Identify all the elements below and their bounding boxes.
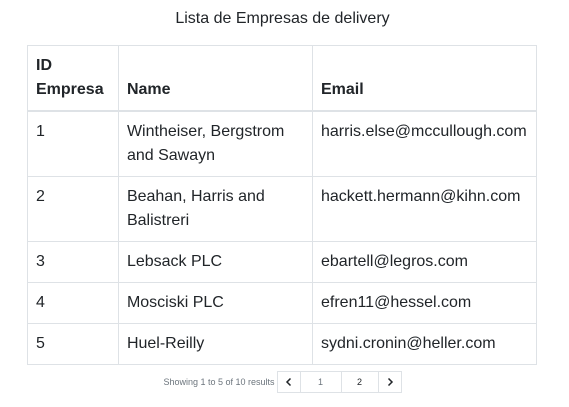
- cell-name: Lebsack PLC: [117, 241, 314, 283]
- chevron-right-icon: [387, 377, 393, 387]
- cell-id: 4: [27, 282, 119, 324]
- pagination: Showing 1 to 5 of 10 results 1 2: [0, 370, 565, 394]
- cell-id: 3: [27, 241, 119, 283]
- cell-email: harris.else@mccullough.com: [312, 110, 537, 177]
- results-summary: Showing 1 to 5 of 10 results: [163, 377, 275, 387]
- cell-id: 1: [27, 110, 119, 177]
- cell-email: efren11@hessel.com: [312, 282, 537, 324]
- cell-email: hackett.hermann@kihn.com: [312, 176, 537, 242]
- table-header-row: ID Empresa Name Email: [27, 45, 537, 112]
- cell-name: Wintheiser, Bergstrom and Sawayn: [117, 110, 314, 177]
- column-header-name: Name: [117, 45, 314, 112]
- next-page-button[interactable]: [377, 371, 402, 393]
- table-row: 3 Lebsack PLC ebartell@legros.com: [27, 241, 537, 283]
- previous-page-button[interactable]: [276, 371, 301, 393]
- chevron-left-icon: [285, 377, 291, 387]
- companies-table: ID Empresa Name Email 1 Wintheiser, Berg…: [27, 45, 537, 365]
- page-button-2[interactable]: 2: [340, 371, 379, 393]
- table-row: 1 Wintheiser, Bergstrom and Sawayn harri…: [27, 110, 537, 177]
- cell-name: Beahan, Harris and Balistreri: [117, 176, 314, 242]
- cell-name: Huel-Reilly: [117, 323, 314, 365]
- cell-id: 2: [27, 176, 119, 242]
- cell-email: ebartell@legros.com: [312, 241, 537, 283]
- cell-email: sydni.cronin@heller.com: [312, 323, 537, 365]
- column-header-email: Email: [312, 45, 537, 112]
- cell-name: Mosciski PLC: [117, 282, 314, 324]
- column-header-id: ID Empresa: [27, 45, 119, 112]
- table-row: 4 Mosciski PLC efren11@hessel.com: [27, 282, 537, 324]
- table-caption: Lista de Empresas de delivery: [175, 10, 390, 27]
- page-button-1[interactable]: 1: [299, 371, 342, 393]
- cell-id: 5: [27, 323, 119, 365]
- table-row: 2 Beahan, Harris and Balistreri hackett.…: [27, 176, 537, 242]
- table-row: 5 Huel-Reilly sydni.cronin@heller.com: [27, 323, 537, 365]
